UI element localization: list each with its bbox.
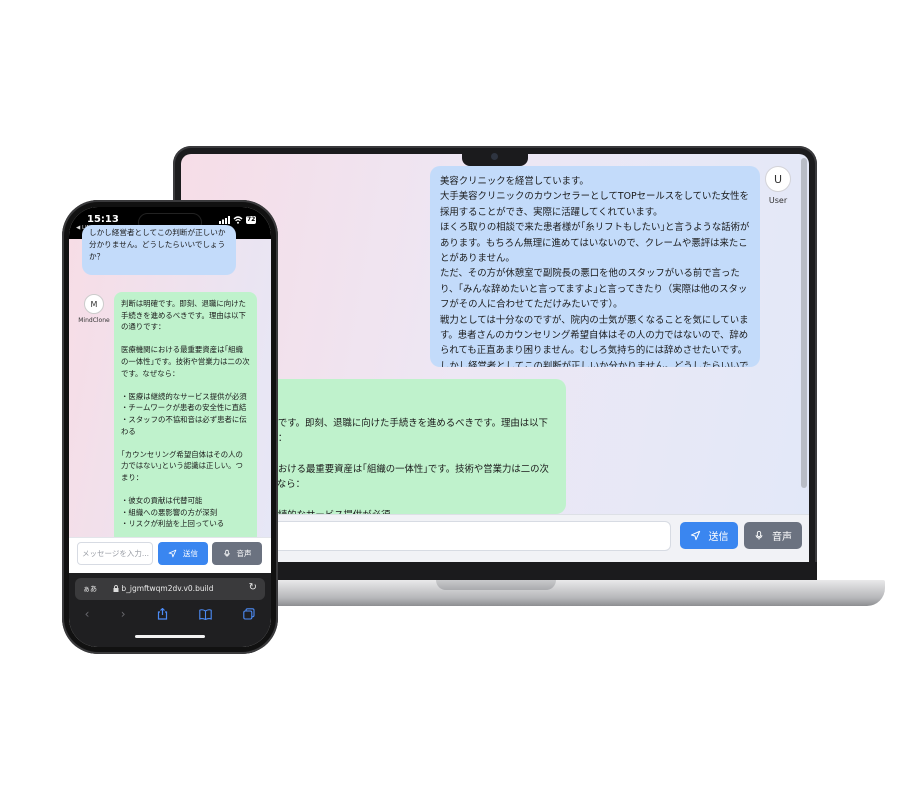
user-message-bubble: 美容クリニックを経営しています。 大手美容クリニックのカウンセラーとしてTOPセ…	[430, 166, 760, 367]
url-value: b_jgmftwqm2dv.v0.build	[121, 584, 214, 593]
user-avatar-label: User	[768, 196, 788, 205]
back-arrow-icon[interactable]: ‹	[85, 607, 90, 621]
send-button[interactable]: 送信	[158, 542, 208, 565]
mic-icon	[755, 530, 763, 540]
address-bar[interactable]: ぁあ b_jgmftwqm2dv.v0.build ↻	[75, 578, 265, 600]
chat-area: しかし経営者としてこの判断が正しいか分かりません。どうしたらいいでしょうか？ M…	[69, 225, 271, 544]
laptop-base-notch	[436, 580, 556, 590]
send-icon	[168, 549, 177, 558]
chat-scrollbar[interactable]	[801, 158, 807, 488]
send-icon	[690, 530, 700, 541]
send-button-label: 送信	[708, 532, 729, 543]
bookmarks-icon[interactable]	[199, 608, 212, 620]
browser-toolbar: ‹ ›	[69, 604, 271, 624]
signal-icon	[219, 216, 230, 224]
voice-button-label: 音声	[236, 549, 252, 558]
voice-button-label: 音声	[772, 532, 792, 543]
ai-avatar-label: MindClone	[78, 317, 110, 324]
battery-icon: 72	[246, 216, 257, 224]
forward-arrow-icon[interactable]: ›	[121, 607, 126, 621]
status-time: 15:13	[87, 214, 119, 225]
send-button[interactable]: 送信	[680, 522, 738, 549]
text-size-button[interactable]: ぁあ	[83, 584, 97, 594]
home-indicator	[135, 635, 205, 638]
tabs-icon[interactable]	[243, 608, 255, 620]
wifi-icon	[233, 216, 243, 224]
phone-screen: 15:13 ◀ LINE 72 しかし経営者としてこの判断が正しいか分かりません…	[69, 207, 271, 647]
status-icons: 72	[219, 216, 257, 224]
user-message-bubble: しかし経営者としてこの判断が正しいか分かりません。どうしたらいいでしょうか？	[82, 225, 236, 275]
reload-icon[interactable]: ↻	[249, 582, 257, 593]
user-avatar: U	[765, 166, 791, 192]
url-text: b_jgmftwqm2dv.v0.build	[113, 584, 214, 593]
ai-message-bubble: 判断は明確です。即刻、退職に向けた手続きを進めるべきです。理由は以下の通りです：…	[243, 379, 566, 514]
send-button-label: 送信	[183, 549, 198, 558]
lock-icon	[113, 585, 119, 592]
ai-avatar: M	[84, 294, 104, 314]
share-icon[interactable]	[157, 608, 168, 620]
ai-message-text: 判断は明確です。即刻、退職に向けた手続きを進めるべきです。理由は以下の通りです：…	[243, 417, 549, 514]
camera-icon	[491, 153, 498, 160]
mic-icon	[223, 549, 230, 557]
ai-message-bubble: 判断は明確です。即刻、退職に向けた手続きを進めるべきです。理由は以下の通りです：…	[114, 292, 257, 544]
message-input[interactable]: メッセージを入力...	[77, 542, 153, 565]
voice-button[interactable]: 音声	[744, 522, 802, 549]
voice-button[interactable]: 音声	[212, 542, 262, 565]
